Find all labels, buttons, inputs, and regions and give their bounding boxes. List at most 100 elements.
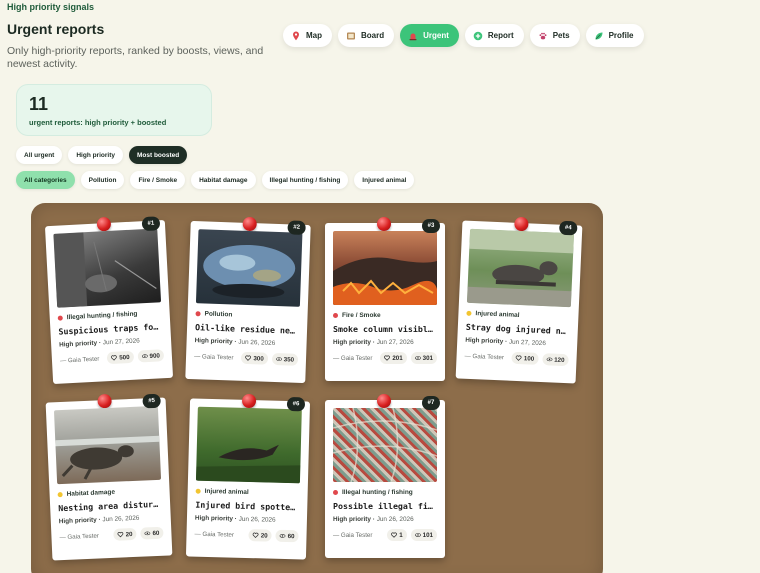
pushpin-icon [241,393,257,409]
report-photo [333,408,437,482]
top-nav: Map Board Urgent Report Pets Profile [283,24,644,47]
pushpin-icon [96,216,112,232]
heart-icon [111,355,118,361]
category-pollution[interactable]: Pollution [80,171,125,189]
view-count: 301 [410,352,437,364]
like-count[interactable]: 1 [387,529,407,541]
card-footer: — Gaia Tester 20 60 [194,528,299,543]
like-count[interactable]: 201 [380,352,407,364]
author-label: — Gaia Tester [194,530,235,539]
report-card[interactable]: #6 Injured animal Injured bird spotted n… [185,393,311,560]
heart-icon [516,355,522,361]
like-value: 1 [399,531,403,539]
red-dot-icon [333,490,338,495]
nav-report-label: Report [487,31,514,40]
category-label: Injured animal [475,310,520,320]
author-label: — Gaia Tester [333,531,373,539]
pushpin-icon [377,394,391,408]
like-count[interactable]: 100 [511,351,539,365]
card-footer: — Gaia Tester 300 350 [194,350,299,366]
card-meta: High priority · Jun 26, 2026 [333,516,414,523]
card-title: Stray dog injured near… [465,321,570,337]
nav-map-button[interactable]: Map [283,24,332,47]
view-value: 350 [283,355,295,364]
report-photo [195,406,302,484]
pushpin-icon [377,217,391,231]
sea-turtle-image [55,435,160,480]
nav-report-button[interactable]: Report [464,24,524,47]
view-count: 350 [271,352,299,366]
card-footer: — Gaia Tester 100 120 [464,350,569,367]
card-category: Illegal hunting / fishing [57,309,162,321]
report-card[interactable]: #1 Illegal hunting / fishing Suspicious … [44,216,174,385]
eye-icon [144,531,151,536]
sort-filter-group: All urgent High priority Most boosted [16,146,188,164]
nav-urgent-button[interactable]: Urgent [400,24,459,47]
filter-most-boosted[interactable]: Most boosted [128,146,188,164]
view-value: 120 [554,356,565,364]
red-dot-icon [57,315,63,321]
filter-all-urgent[interactable]: All urgent [16,146,63,164]
like-value: 300 [253,354,264,363]
filter-high-priority[interactable]: High priority [68,146,123,164]
nav-profile-label: Profile [608,31,634,40]
category-label: Injured animal [204,487,249,497]
rank-badge: #5 [142,393,161,409]
category-habitat-damage[interactable]: Habitat damage [191,171,256,189]
nav-board-label: Board [361,31,385,40]
card-title: Possible illegal fishi… [333,501,437,511]
card-meta: High priority · Jun 27, 2026 [465,336,547,348]
page-subtitle: Only high-priority reports, ranked by bo… [7,45,264,70]
category-all[interactable]: All categories [16,171,75,189]
leaf-profile-icon [595,32,603,39]
eye-icon [414,533,421,537]
rank-badge: #3 [422,219,440,233]
like-value: 201 [392,354,403,362]
card-meta: High priority · Jun 27, 2026 [333,339,414,346]
heart-icon [384,355,391,361]
category-fire-smoke[interactable]: Fire / Smoke [130,171,186,189]
like-value: 20 [260,531,268,540]
urgent-count-label: urgent reports: high priority + boosted [29,118,167,127]
card-category: Fire / Smoke [333,312,437,319]
category-illegal-hunting[interactable]: Illegal hunting / fishing [261,171,349,189]
nav-urgent-label: Urgent [423,31,449,40]
like-count[interactable]: 500 [106,350,134,365]
report-card[interactable]: #4 Injured animal Stray dog injured near… [455,216,583,384]
card-footer: — Gaia Tester 201 301 [333,352,437,364]
urgent-count-card: 11 urgent reports: high priority + boost… [16,84,212,136]
view-value: 301 [422,354,433,362]
red-dot-icon [195,311,201,317]
nav-board-button[interactable]: Board [338,24,395,47]
like-count[interactable]: 300 [241,351,268,365]
like-count[interactable]: 20 [113,527,137,541]
alarm-icon [409,33,417,40]
eye-icon [414,356,421,360]
card-footer: — Gaia Tester 1 101 [333,529,437,541]
report-card[interactable]: #3 Fire / Smoke Smoke column visible n… … [325,217,445,381]
like-value: 100 [523,354,535,363]
author-label: — Gaia Tester [59,531,100,541]
red-dot-icon [333,313,338,318]
date-label: Jun 26, 2026 [238,338,276,347]
card-category: Illegal hunting / fishing [333,489,437,496]
nav-pets-button[interactable]: Pets [529,24,580,47]
pushpin-icon [97,393,112,409]
report-card[interactable]: #2 Pollution Oil-like residue near … Hig… [185,216,311,384]
eye-icon [275,357,282,361]
report-card[interactable]: #5 Habitat damage Nesting area disturbed… [45,393,173,561]
yellow-dot-icon [57,492,63,498]
like-count[interactable]: 20 [248,529,272,542]
view-value: 101 [422,531,433,539]
trail-cam-image [53,232,157,308]
cork-board: #1 Illegal hunting / fishing Suspicious … [31,203,603,573]
card-category: Pollution [195,310,299,321]
urgent-count: 11 [29,94,49,114]
nav-profile-button[interactable]: Profile [585,24,644,47]
report-card[interactable]: #7 Illegal hunting / fishing Possible il… [325,394,445,558]
category-injured-animal[interactable]: Injured animal [354,171,415,189]
rank-badge: #7 [422,396,440,410]
pushpin-icon [242,216,257,232]
report-photo [333,231,437,305]
category-filter-group: All categories Pollution Fire / Smoke Ha… [16,171,415,189]
